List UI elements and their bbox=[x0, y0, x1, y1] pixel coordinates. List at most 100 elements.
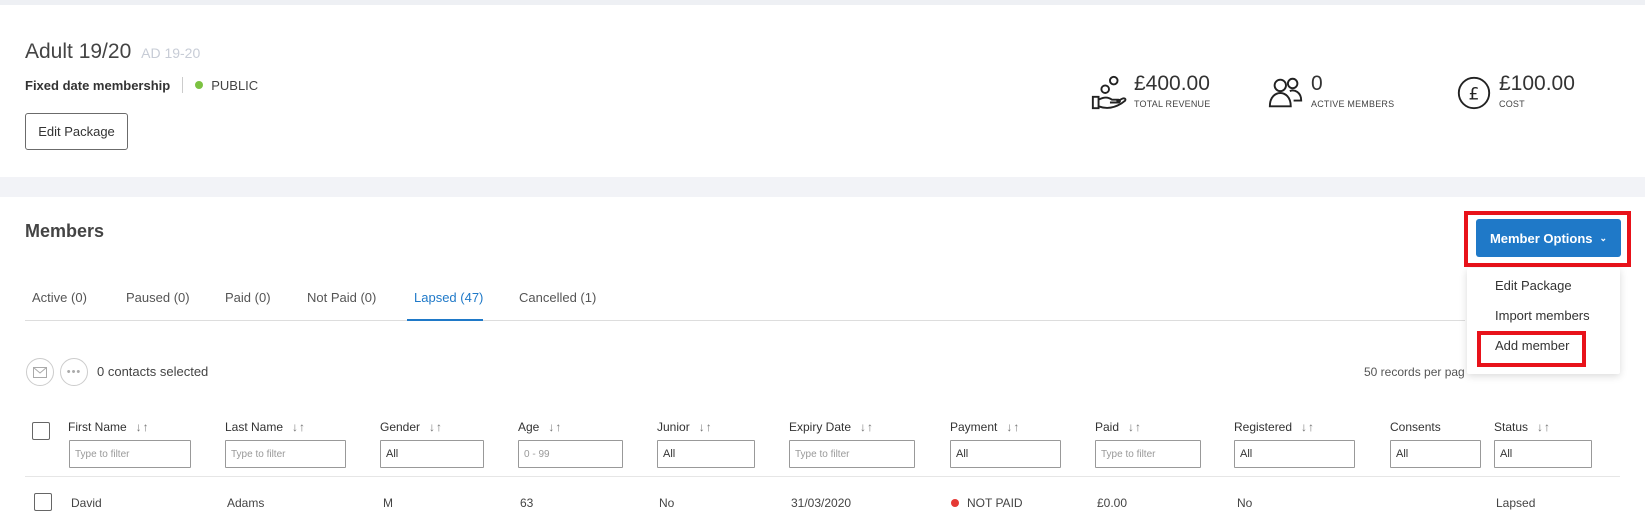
cell-payment: NOT PAID bbox=[951, 496, 1023, 510]
members-title: Members bbox=[25, 221, 105, 241]
tab-not-paid[interactable]: Not Paid (0) bbox=[307, 290, 376, 305]
package-title: Adult 19/20 AD 19-20 bbox=[25, 40, 200, 64]
member-status-tabs: Active (0) Paused (0) Paid (0) Not Paid … bbox=[25, 288, 1465, 321]
money-hand-icon bbox=[1091, 75, 1127, 110]
package-name: Adult 19/20 bbox=[25, 40, 132, 63]
package-visibility: PUBLIC bbox=[211, 77, 259, 93]
col-age[interactable]: Age ↓↑ bbox=[518, 420, 562, 434]
registered-filter[interactable]: All bbox=[1234, 440, 1355, 468]
expiry-date-filter[interactable] bbox=[789, 440, 915, 468]
col-payment[interactable]: Payment ↓↑ bbox=[950, 420, 1020, 434]
sort-arrows-icon[interactable]: ↓↑ bbox=[860, 420, 874, 434]
cost-label: COST bbox=[1499, 99, 1525, 109]
records-per-page-select[interactable]: 50 records per pag bbox=[1364, 365, 1465, 379]
cell-expiry-date: 31/03/2020 bbox=[791, 496, 852, 510]
tab-paused[interactable]: Paused (0) bbox=[126, 290, 190, 305]
last-name-filter[interactable] bbox=[225, 440, 346, 468]
users-icon bbox=[1268, 77, 1303, 108]
col-label: Registered bbox=[1234, 420, 1293, 434]
col-label: Paid bbox=[1095, 420, 1120, 434]
member-options-button[interactable]: Member Options ⌄ bbox=[1476, 219, 1621, 257]
cell-age: 63 bbox=[520, 496, 534, 510]
dropdown-import-members[interactable]: Import members bbox=[1495, 308, 1590, 323]
col-expiry-date[interactable]: Expiry Date ↓↑ bbox=[789, 420, 874, 434]
meta-divider bbox=[182, 77, 184, 93]
col-gender[interactable]: Gender ↓↑ bbox=[380, 420, 443, 434]
col-label: Age bbox=[518, 420, 540, 434]
mail-icon bbox=[33, 366, 47, 378]
tab-active[interactable]: Active (0) bbox=[32, 290, 87, 305]
cell-last-name: Adams bbox=[227, 496, 265, 510]
chevron-down-icon: ⌄ bbox=[1599, 232, 1608, 243]
col-consents: Consents bbox=[1390, 420, 1441, 434]
paid-filter[interactable] bbox=[1095, 440, 1201, 468]
svg-text:£: £ bbox=[1469, 85, 1480, 105]
consents-filter[interactable]: All bbox=[1390, 440, 1481, 468]
col-junior[interactable]: Junior ↓↑ bbox=[657, 420, 713, 434]
payment-status: NOT PAID bbox=[967, 496, 1023, 510]
gender-filter[interactable]: All bbox=[380, 440, 484, 468]
edit-package-button[interactable]: Edit Package bbox=[25, 113, 128, 150]
active-members-value: 0 bbox=[1311, 72, 1323, 95]
more-dots-icon: ••• bbox=[66, 366, 82, 378]
not-paid-dot bbox=[951, 499, 959, 507]
cell-gender: M bbox=[383, 496, 393, 510]
stat-active-members: 0 ACTIVE MEMBERS bbox=[1267, 72, 1394, 112]
package-meta: Fixed date membership PUBLIC bbox=[25, 77, 258, 93]
package-code: AD 19-20 bbox=[141, 45, 201, 61]
more-actions-button[interactable]: ••• bbox=[60, 358, 88, 386]
tab-cancelled[interactable]: Cancelled (1) bbox=[519, 290, 596, 305]
sort-arrows-icon[interactable]: ↓↑ bbox=[1537, 420, 1551, 434]
total-revenue-label: TOTAL REVENUE bbox=[1134, 99, 1211, 109]
sort-arrows-icon[interactable]: ↓↑ bbox=[429, 420, 443, 434]
col-registered[interactable]: Registered ↓↑ bbox=[1234, 420, 1315, 434]
col-label: Junior bbox=[657, 420, 690, 434]
sort-arrows-icon[interactable]: ↓↑ bbox=[1006, 420, 1020, 434]
sort-arrows-icon[interactable]: ↓↑ bbox=[1128, 420, 1142, 434]
sort-arrows-icon[interactable]: ↓↑ bbox=[699, 420, 713, 434]
cell-status: Lapsed bbox=[1496, 496, 1536, 510]
package-type: Fixed date membership bbox=[25, 77, 171, 93]
col-last-name[interactable]: Last Name ↓↑ bbox=[225, 420, 306, 434]
status-filter[interactable]: All bbox=[1494, 440, 1592, 468]
col-label: Expiry Date bbox=[789, 420, 852, 434]
select-all-checkbox[interactable] bbox=[32, 422, 50, 440]
stat-total-revenue: £400.00 TOTAL REVENUE bbox=[1090, 72, 1210, 112]
email-contacts-button[interactable] bbox=[26, 358, 54, 386]
col-label: Status bbox=[1494, 420, 1529, 434]
active-tab-underline bbox=[407, 319, 483, 321]
col-label: Payment bbox=[950, 420, 998, 434]
col-first-name[interactable]: First Name ↓↑ bbox=[68, 420, 150, 434]
member-options-label: Member Options bbox=[1489, 230, 1593, 246]
pound-icon: £ bbox=[1457, 76, 1491, 110]
first-name-filter[interactable] bbox=[69, 440, 191, 468]
col-label: First Name bbox=[68, 420, 127, 434]
dropdown-edit-package[interactable]: Edit Package bbox=[1495, 278, 1572, 293]
col-label: Last Name bbox=[225, 420, 284, 434]
cell-paid: £0.00 bbox=[1097, 496, 1128, 510]
cell-registered: No bbox=[1237, 496, 1253, 510]
sort-arrows-icon[interactable]: ↓↑ bbox=[1301, 420, 1315, 434]
active-members-label: ACTIVE MEMBERS bbox=[1311, 99, 1395, 109]
col-status[interactable]: Status ↓↑ bbox=[1494, 420, 1551, 434]
total-revenue-value: £400.00 bbox=[1134, 72, 1210, 95]
payment-filter[interactable]: All bbox=[950, 440, 1061, 468]
public-status-dot bbox=[195, 81, 204, 89]
row-checkbox[interactable] bbox=[34, 493, 52, 511]
sort-arrows-icon[interactable]: ↓↑ bbox=[136, 420, 150, 434]
col-label: Consents bbox=[1390, 420, 1441, 434]
table-header-divider bbox=[25, 476, 1620, 477]
cell-first-name[interactable]: David bbox=[71, 496, 102, 510]
tab-paid[interactable]: Paid (0) bbox=[225, 290, 271, 305]
junior-filter[interactable]: All bbox=[657, 440, 755, 468]
cost-value: £100.00 bbox=[1499, 72, 1575, 95]
age-filter[interactable] bbox=[518, 440, 623, 468]
cell-junior: No bbox=[659, 496, 675, 510]
sort-arrows-icon[interactable]: ↓↑ bbox=[292, 420, 306, 434]
sort-arrows-icon[interactable]: ↓↑ bbox=[548, 420, 562, 434]
tab-lapsed[interactable]: Lapsed (47) bbox=[414, 290, 483, 305]
col-label: Gender bbox=[380, 420, 421, 434]
contacts-selected-count: 0 contacts selected bbox=[97, 364, 209, 379]
col-paid[interactable]: Paid ↓↑ bbox=[1095, 420, 1142, 434]
stat-cost: £ £100.00 COST bbox=[1455, 72, 1575, 112]
